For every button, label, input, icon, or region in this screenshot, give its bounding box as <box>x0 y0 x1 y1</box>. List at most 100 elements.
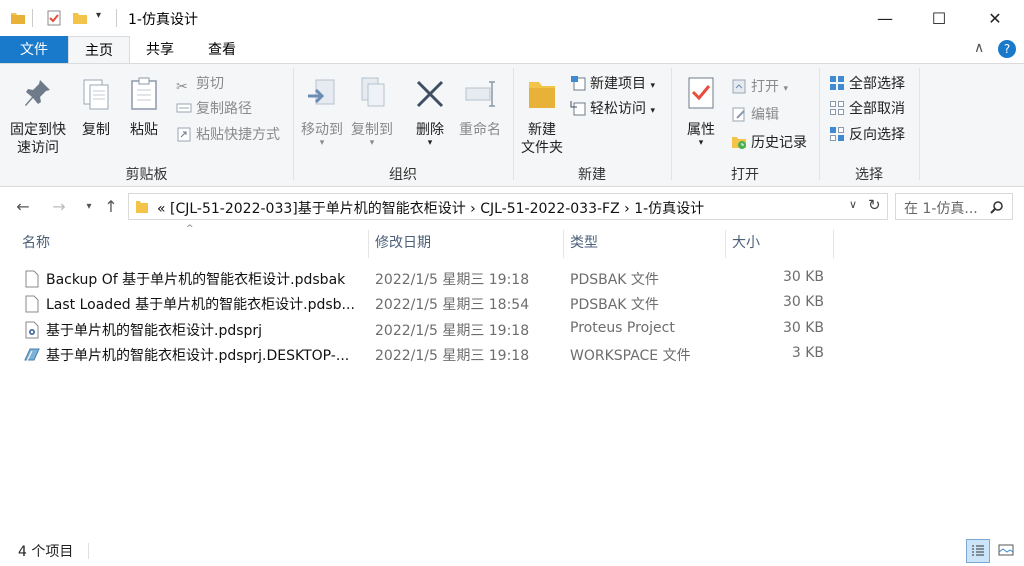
file-row[interactable]: Last Loaded 基于单片机的智能衣柜设计.pdsb... 2022/1/… <box>0 291 1024 316</box>
file-date: 2022/1/5 星期三 19:18 <box>375 323 530 339</box>
file-size: 30 KB <box>782 320 824 336</box>
rename-label: 重命名 <box>459 122 501 138</box>
search-icon[interactable] <box>990 200 1004 214</box>
pin-quick-access-button[interactable]: 固定到快 速访问 <box>6 76 70 157</box>
back-button[interactable]: ← <box>12 196 34 218</box>
select-all-button[interactable]: 全部选择 <box>829 73 905 95</box>
ribbon-tabs: 文件 主页 共享 查看 ∧ ? <box>0 36 1024 64</box>
search-placeholder: 在 1-仿真... <box>904 201 978 217</box>
large-icons-view-icon <box>998 544 1014 556</box>
cut-button[interactable]: ✂ 剪切 <box>176 73 224 95</box>
easy-access-label: 轻松访问 <box>590 101 646 117</box>
new-folder-icon[interactable] <box>72 10 88 26</box>
file-type: Proteus Project <box>570 320 675 336</box>
status-divider <box>88 543 89 559</box>
recent-locations-button[interactable]: ▾ <box>78 196 100 218</box>
properties-label: 属性 <box>687 122 715 138</box>
open-button[interactable]: 打开 ▾ <box>731 76 788 98</box>
delete-x-icon <box>416 80 444 108</box>
copy-button[interactable]: 复制 <box>76 76 116 139</box>
paste-shortcut-label: 粘贴快捷方式 <box>196 127 280 143</box>
select-none-button[interactable]: 全部取消 <box>829 98 905 120</box>
forward-button[interactable]: → <box>48 196 70 218</box>
address-bar[interactable]: « [CJL-51-2022-033]基于单片机的智能衣柜设计 › CJL-51… <box>128 193 888 220</box>
properties-icon <box>688 77 714 109</box>
search-box[interactable]: 在 1-仿真... <box>895 193 1013 220</box>
column-divider[interactable] <box>833 230 834 258</box>
rename-button[interactable]: 重命名 <box>456 76 504 139</box>
easy-access-dropdown-icon: ▾ <box>650 106 655 116</box>
open-dropdown-icon: ▾ <box>783 84 788 94</box>
history-button[interactable]: 历史记录 <box>731 132 807 154</box>
pin-label-1: 固定到快 <box>10 122 66 138</box>
copy-path-label: 复制路径 <box>196 101 252 117</box>
column-header-date[interactable]: 修改日期 <box>369 230 563 256</box>
tab-home[interactable]: 主页 <box>68 36 130 64</box>
copy-icon <box>83 79 109 110</box>
select-all-label: 全部选择 <box>849 76 905 92</box>
item-count: 4 个项目 <box>18 544 74 560</box>
workspace-file-icon <box>24 348 40 362</box>
rename-icon <box>465 81 495 107</box>
large-icons-view-button[interactable] <box>994 539 1018 563</box>
file-row[interactable]: Backup Of 基于单片机的智能衣柜设计.pdsbak 2022/1/5 星… <box>0 266 1024 291</box>
customize-quick-access-icon[interactable]: ▾ <box>96 10 101 21</box>
copy-path-button[interactable]: 复制路径 <box>176 98 252 120</box>
new-folder-label-1: 新建 <box>528 122 556 138</box>
ribbon-home: 固定到快 速访问 复制 粘贴 ✂ 剪切 复制路径 粘贴快捷方式 剪贴板 移动到 ▾ <box>0 63 1024 187</box>
help-icon[interactable]: ? <box>998 40 1016 58</box>
easy-access-button[interactable]: 轻松访问 ▾ <box>570 98 655 120</box>
invert-selection-label: 反向选择 <box>849 127 905 143</box>
history-icon <box>732 137 746 149</box>
file-name: 基于单片机的智能衣柜设计.pdsprj <box>46 323 263 339</box>
proteus-project-icon <box>25 321 39 339</box>
move-to-label: 移动到 <box>301 122 343 138</box>
group-label-select: 选择 <box>855 167 883 183</box>
move-to-dropdown-icon: ▾ <box>319 138 325 148</box>
paste-shortcut-button[interactable]: 粘贴快捷方式 <box>176 124 280 146</box>
up-button[interactable]: ↑ <box>100 196 122 218</box>
file-row[interactable]: 基于单片机的智能衣柜设计.pdsprj 2022/1/5 星期三 19:18 P… <box>0 317 1024 342</box>
tab-view[interactable]: 查看 <box>192 36 252 64</box>
column-header-size[interactable]: 大小 <box>726 230 833 256</box>
collapse-ribbon-icon[interactable]: ∧ <box>974 40 984 56</box>
maximize-button[interactable]: ☐ <box>916 0 962 36</box>
history-label: 历史记录 <box>751 135 807 151</box>
edit-button[interactable]: 编辑 <box>731 104 779 126</box>
pin-icon <box>25 80 50 106</box>
close-button[interactable]: ✕ <box>972 0 1018 36</box>
open-label: 打开 <box>751 79 779 95</box>
folder-icon <box>136 201 148 213</box>
ribbon-separator <box>919 68 920 180</box>
tab-file[interactable]: 文件 <box>0 36 68 64</box>
move-to-button[interactable]: 移动到 ▾ <box>298 76 346 148</box>
file-name: 基于单片机的智能衣柜设计.pdsprj.DESKTOP-... <box>46 348 350 364</box>
breadcrumb[interactable]: « [CJL-51-2022-033]基于单片机的智能衣柜设计 › CJL-51… <box>157 198 704 218</box>
tab-share[interactable]: 共享 <box>132 36 188 64</box>
copy-label: 复制 <box>82 122 110 138</box>
copy-to-button[interactable]: 复制到 ▾ <box>348 76 396 148</box>
invert-selection-button[interactable]: 反向选择 <box>829 124 905 146</box>
address-dropdown-icon[interactable]: ∨ <box>849 198 857 211</box>
title-bar: ▾ 1-仿真设计 — ☐ ✕ <box>0 0 1024 36</box>
new-folder-button[interactable]: 新建 文件夹 <box>518 76 566 157</box>
refresh-icon[interactable]: ↻ <box>868 196 881 214</box>
group-label-open: 打开 <box>731 167 759 183</box>
minimize-button[interactable]: — <box>862 0 908 36</box>
details-view-button[interactable] <box>966 539 990 563</box>
delete-button[interactable]: 删除 ▾ <box>410 76 450 148</box>
paste-label: 粘贴 <box>130 122 158 138</box>
properties-check-icon[interactable] <box>46 10 62 26</box>
new-item-button[interactable]: 新建项目 ▾ <box>570 73 655 95</box>
copy-to-dropdown-icon: ▾ <box>369 138 375 148</box>
file-size: 30 KB <box>782 269 824 285</box>
paste-button[interactable]: 粘贴 <box>124 76 164 139</box>
new-item-label: 新建项目 <box>590 76 646 92</box>
file-icon <box>25 295 39 313</box>
delete-dropdown-icon: ▾ <box>427 138 433 148</box>
copy-to-label: 复制到 <box>351 122 393 138</box>
file-row[interactable]: 基于单片机的智能衣柜设计.pdsprj.DESKTOP-... 2022/1/5… <box>0 342 1024 367</box>
column-header-name[interactable]: 名称 <box>16 230 368 256</box>
properties-button[interactable]: 属性 ▾ <box>681 76 721 148</box>
column-header-type[interactable]: 类型 <box>564 230 725 256</box>
